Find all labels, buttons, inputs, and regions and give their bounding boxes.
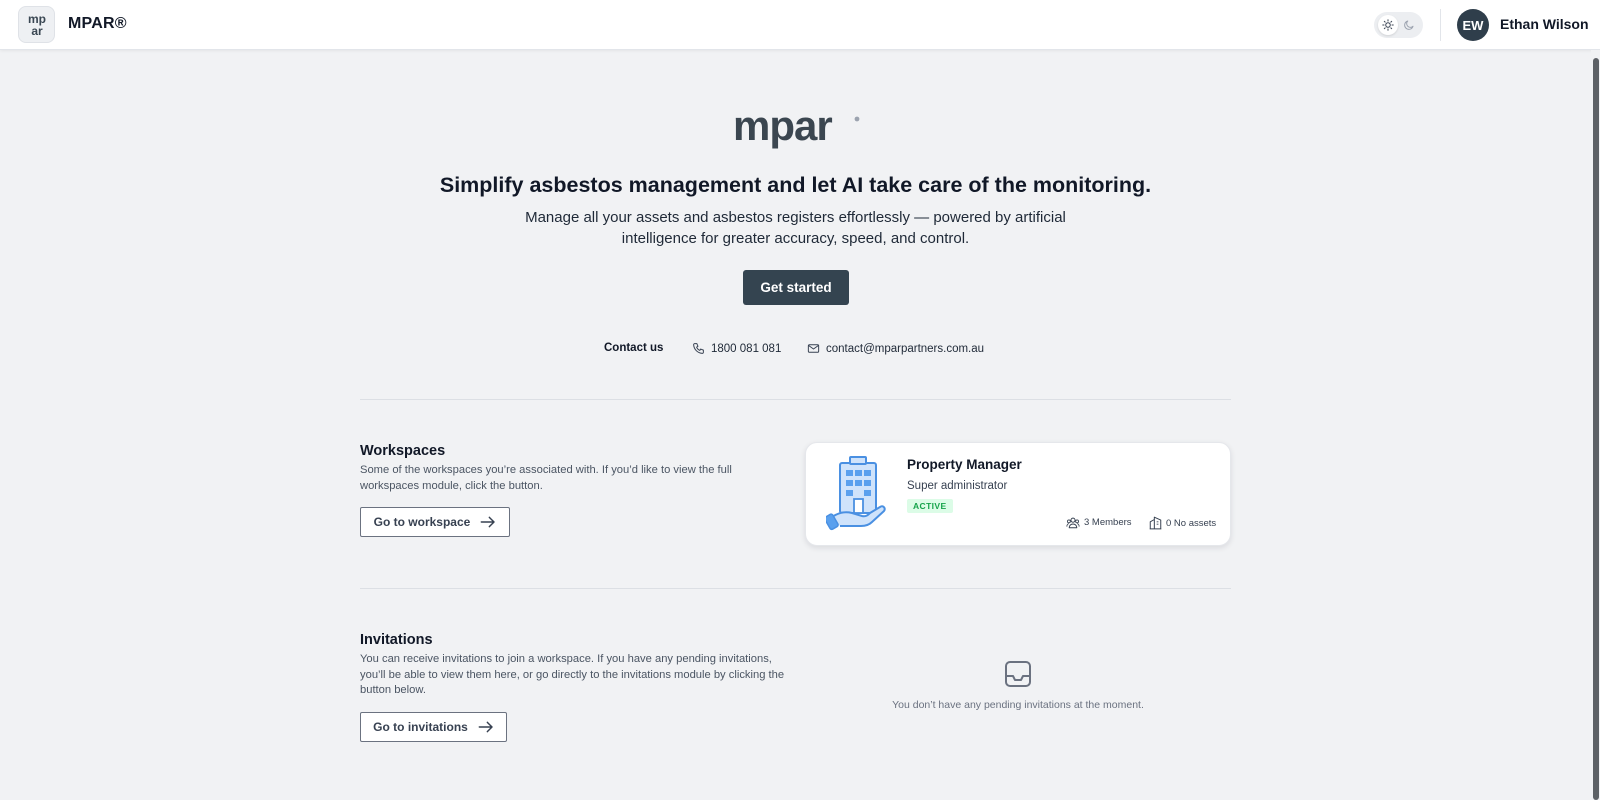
scrollbar-thumb[interactable] — [1593, 58, 1599, 800]
workspace-members-text: 3 Members — [1084, 517, 1132, 528]
top-bar: mp ar MPAR® EW Ethan Wilson — [0, 0, 1600, 50]
phone-icon — [693, 343, 704, 354]
hero-subtitle-line-2: intelligence for greater accuracy, speed… — [621, 230, 970, 247]
contact-phone-text: 1800 081 081 — [711, 342, 782, 355]
invitations-title: Invitations — [360, 632, 433, 648]
hero-subtitle: Manage all your assets and asbestos regi… — [0, 207, 1591, 249]
workspace-members: 3 Members — [1066, 516, 1132, 529]
go-to-workspace-button[interactable]: Go to workspace — [360, 507, 510, 537]
theme-dark-option[interactable] — [1399, 15, 1419, 35]
workspace-name: Property Manager — [907, 457, 1022, 472]
workspace-card[interactable]: Property Manager Super administrator ACT… — [805, 442, 1231, 546]
workspaces-description: Some of the workspaces you’re associated… — [360, 464, 732, 492]
arrow-right-icon — [480, 516, 496, 528]
avatar[interactable]: EW — [1457, 9, 1489, 41]
workspace-role: Super administrator — [907, 480, 1008, 492]
get-started-button[interactable]: Get started — [743, 270, 849, 305]
contact-email-text: contact@mparpartners.com.au — [826, 342, 985, 355]
hero-subtitle-line-1: Manage all your assets and asbestos regi… — [525, 209, 1066, 226]
workspace-assets-text: 0 No assets — [1166, 517, 1217, 529]
app-logo[interactable]: mp ar — [18, 6, 55, 43]
status-badge: ACTIVE — [907, 499, 953, 513]
building-icon — [1149, 516, 1162, 530]
app-name: MPAR® — [68, 15, 127, 32]
header-divider — [1440, 9, 1441, 41]
inbox-icon — [1005, 661, 1031, 687]
section-divider-bottom — [360, 588, 1231, 589]
app-logo-mark-icon: mp ar — [28, 12, 46, 38]
arrow-right-icon — [478, 721, 493, 733]
brand-wordmark-text: mpar — [733, 108, 832, 149]
contact-phone[interactable]: 1800 081 081 — [692, 342, 781, 355]
workspace-assets: 0 No assets — [1149, 516, 1216, 530]
invitations-description: You can receive invitations to join a wo… — [360, 653, 785, 696]
go-to-invitations-label: Go to invitations — [373, 720, 468, 734]
sun-icon — [1382, 19, 1394, 31]
contact-label: Contact us — [604, 342, 664, 354]
hero-title: Simplify asbestos management and let AI … — [439, 173, 1152, 197]
workspaces-title: Workspaces — [360, 443, 446, 459]
invitations-empty-message: You don’t have any pending invitations a… — [892, 699, 1144, 711]
moon-icon — [1404, 20, 1414, 30]
members-icon — [1066, 517, 1080, 529]
go-to-workspace-label: Go to workspace — [373, 515, 471, 529]
theme-toggle[interactable] — [1374, 12, 1423, 38]
section-divider-top — [360, 399, 1231, 400]
theme-light-option[interactable] — [1378, 15, 1398, 35]
svg-text:ar: ar — [31, 24, 43, 38]
mail-icon — [807, 344, 820, 353]
user-name[interactable]: Ethan Wilson — [1500, 16, 1589, 32]
contact-row: Contact us 1800 081 081 contact@mparpart… — [0, 342, 1591, 358]
go-to-invitations-button[interactable]: Go to invitations — [360, 712, 507, 742]
building-in-hand-icon — [826, 456, 886, 531]
contact-email[interactable]: contact@mparpartners.com.au — [807, 342, 984, 355]
brand-wordmark-logo: mpar — [733, 108, 860, 149]
